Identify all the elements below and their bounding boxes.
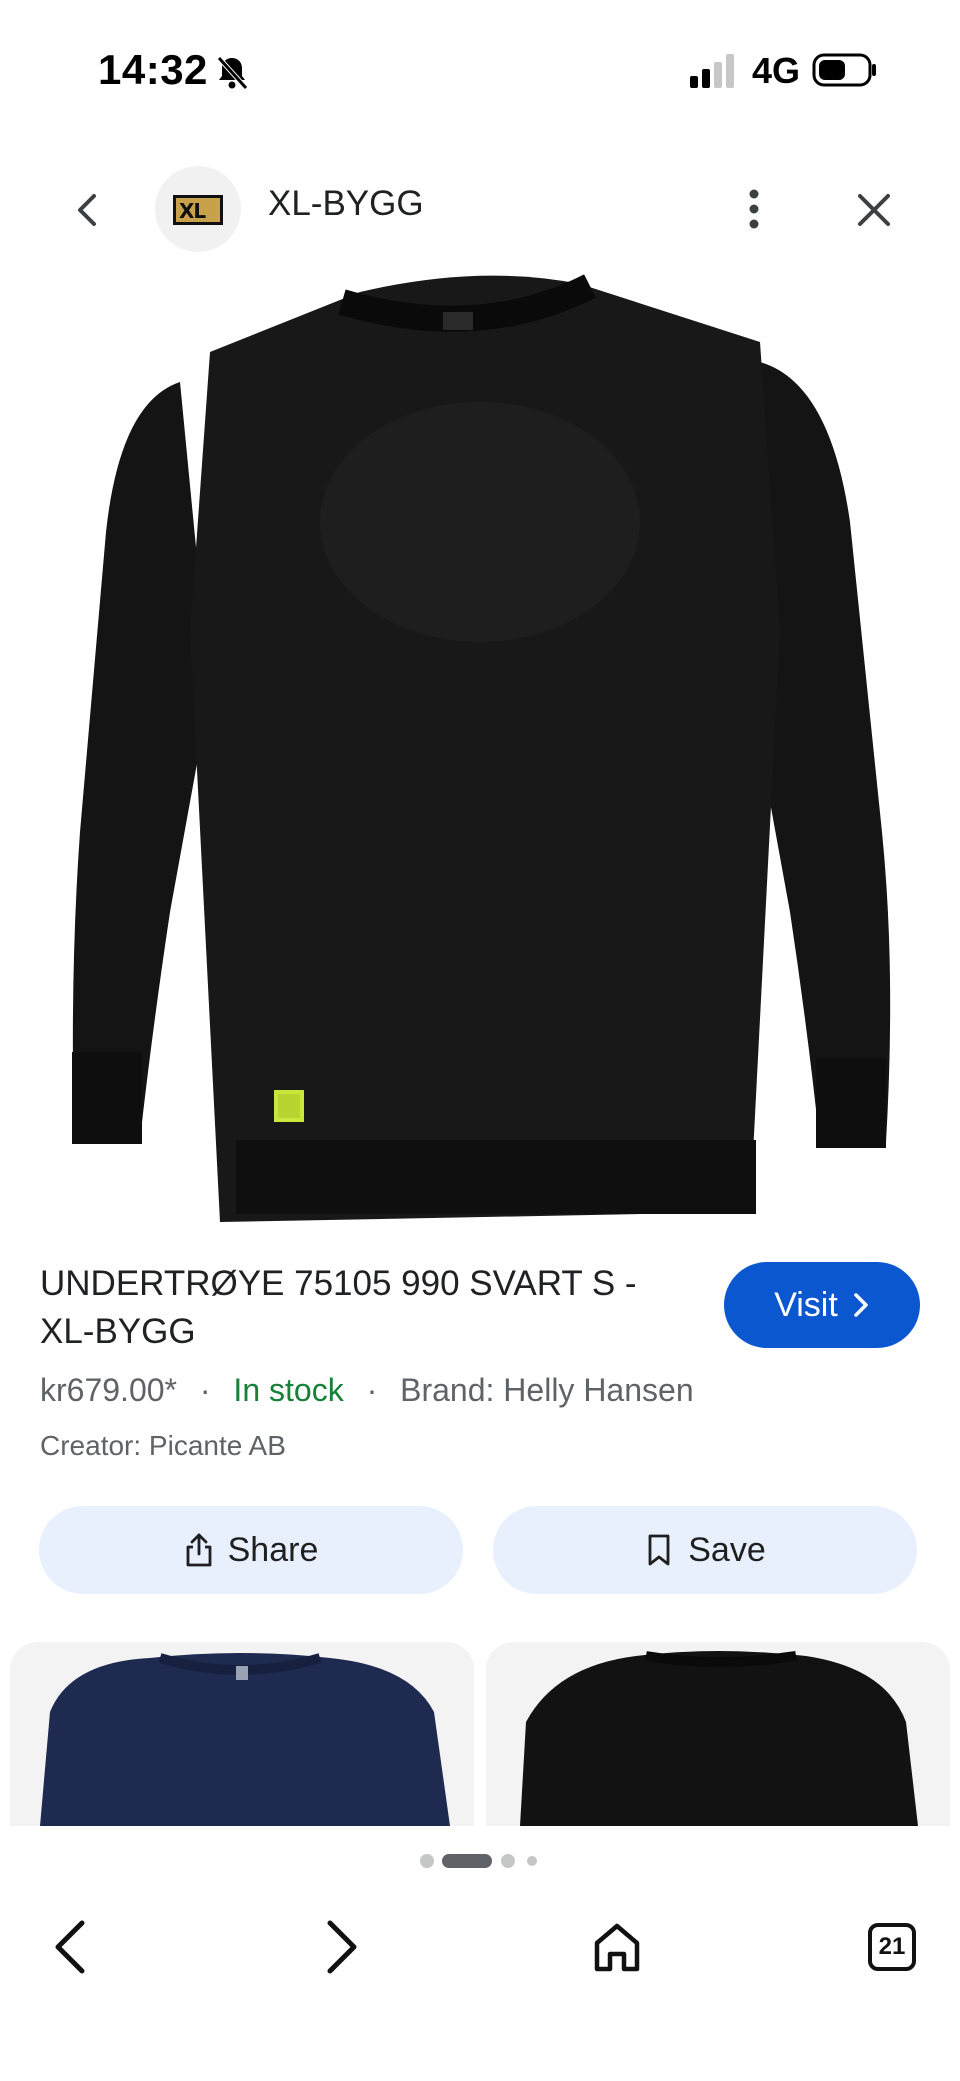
carousel-pagination [420,1854,537,1868]
back-arrow-icon [55,1920,85,1974]
site-logo[interactable]: XL [155,166,241,252]
tabs-icon: 21 [868,1923,916,1971]
share-button[interactable]: Share [39,1506,463,1594]
nav-home-button[interactable] [587,1912,647,1982]
nav-back-button[interactable] [40,1912,100,1982]
product-creator: Creator: Picante AB [40,1430,286,1461]
chevron-left-icon[interactable] [66,188,110,232]
product-title: UNDERTRØYE 75105 990 SVART S - XL-BYGG [40,1264,637,1351]
related-product-thumbnail[interactable] [486,1642,950,1826]
visit-label: Visit [774,1285,838,1324]
bookmark-icon [648,1534,670,1566]
stock-status: In stock [233,1372,344,1408]
meta-separator: · [199,1372,211,1408]
app-header: XL XL-BYGG [0,150,960,270]
chevron-right-icon [854,1293,868,1317]
status-bar: 14:32 4G [0,0,960,140]
status-time: 14:32 [98,46,208,93]
save-button[interactable]: Save [493,1506,917,1594]
bell-slash-icon [217,56,248,90]
tab-count: 21 [878,1933,906,1960]
forward-arrow-icon [327,1920,357,1974]
bottom-navigation: 21 [0,1880,960,2081]
share-icon [186,1533,212,1567]
related-product-thumbnail[interactable] [10,1642,474,1826]
visit-button[interactable]: Visit [724,1262,920,1348]
network-type: 4G [752,50,801,91]
logo-badge: XL [173,195,223,225]
close-icon[interactable] [852,188,896,232]
share-label: Share [227,1530,319,1569]
product-brand: Brand: Helly Hansen [400,1372,694,1408]
signal-icon [690,54,734,88]
product-price: kr679.00* [40,1372,177,1408]
navy-shirt-image [40,1653,450,1826]
home-icon [594,1923,640,1972]
more-vertical-icon[interactable] [740,186,768,232]
nav-tabs-button[interactable]: 21 [862,1912,922,1982]
black-shirt-back-image [520,1651,918,1826]
product-image[interactable] [60,272,900,1222]
site-name[interactable]: XL-BYGG [268,184,424,224]
logo-text: XL [179,199,206,223]
product-meta: kr679.00* · In stock · Brand: Helly Hans… [40,1372,694,1409]
save-label: Save [688,1530,766,1569]
nav-forward-button[interactable] [312,1912,372,1982]
meta-separator: · [366,1372,378,1408]
battery-icon [812,53,876,87]
